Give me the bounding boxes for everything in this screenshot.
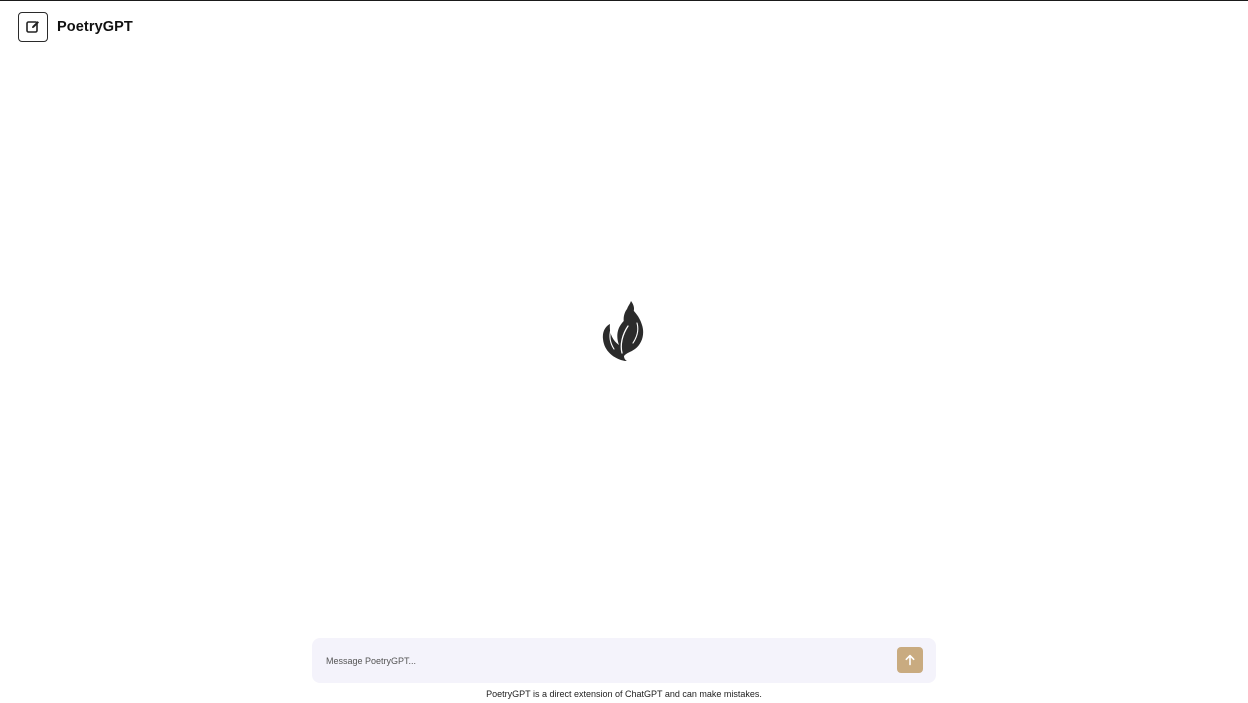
disclaimer-text: PoetryGPT is a direct extension of ChatG… xyxy=(486,689,762,699)
app-title: PoetryGPT xyxy=(57,19,133,35)
edit-square-icon xyxy=(26,21,39,33)
header: PoetryGPT xyxy=(18,12,133,42)
message-input[interactable] xyxy=(326,638,886,683)
message-composer xyxy=(312,638,936,683)
send-button[interactable] xyxy=(897,647,923,673)
app-window: PoetryGPT PoetryGPT is a direct extensio… xyxy=(0,0,1248,703)
leaf-icon xyxy=(602,301,644,361)
new-chat-button[interactable] xyxy=(18,12,48,42)
arrow-up-icon xyxy=(905,654,915,666)
